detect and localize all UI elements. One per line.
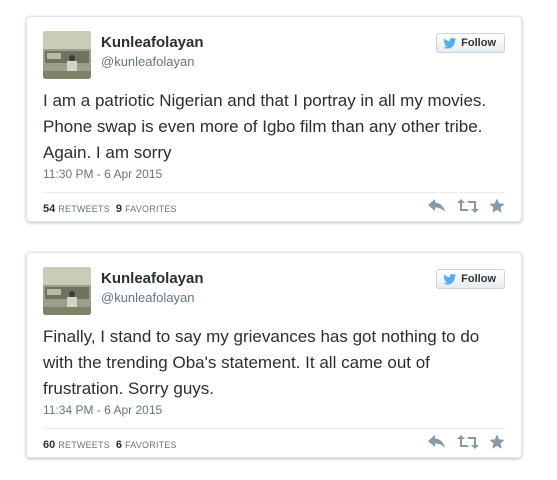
- tweet-stats: 54 RETWEETS 9 FAVORITES: [43, 203, 177, 215]
- favorites-label: FAVORITES: [125, 440, 177, 450]
- favorites-count: 9: [115, 203, 123, 215]
- avatar[interactable]: [43, 267, 91, 315]
- tweet-text: Finally, I stand to say my grievances ha…: [43, 327, 480, 398]
- tweet-timestamp[interactable]: 11:30 PM - 6 Apr 2015: [43, 167, 162, 181]
- follow-label: Follow: [461, 273, 496, 285]
- display-name[interactable]: Kunleafolayan: [101, 34, 204, 51]
- reply-icon[interactable]: [427, 434, 447, 450]
- tweet-timestamp[interactable]: 11:34 PM - 6 Apr 2015: [43, 403, 162, 417]
- retweets-label: RETWEETS: [58, 204, 110, 214]
- retweet-icon[interactable]: [457, 198, 479, 214]
- tweet-stats: 60 RETWEETS 6 FAVORITES: [43, 439, 177, 451]
- follow-label: Follow: [461, 37, 496, 49]
- retweets-label: RETWEETS: [58, 440, 110, 450]
- favorites-stat[interactable]: 9 FAVORITES: [116, 203, 177, 215]
- follow-button[interactable]: Follow: [436, 269, 505, 289]
- star-icon[interactable]: [489, 434, 505, 450]
- retweets-stat[interactable]: 60 RETWEETS: [43, 439, 110, 451]
- retweets-count: 54: [43, 203, 56, 215]
- retweets-count: 60: [43, 439, 56, 451]
- twitter-bird-icon: [443, 37, 457, 49]
- user-handle[interactable]: @kunleafolayan: [101, 290, 194, 305]
- avatar[interactable]: [43, 31, 91, 79]
- twitter-bird-icon: [443, 273, 457, 285]
- tweet-actions: [427, 434, 505, 450]
- display-name[interactable]: Kunleafolayan: [101, 270, 204, 287]
- star-icon[interactable]: [489, 198, 505, 214]
- follow-button[interactable]: Follow: [436, 33, 505, 53]
- tweet-card: Kunleafolayan @kunleafolayan Follow Fina…: [26, 252, 522, 458]
- user-handle[interactable]: @kunleafolayan: [101, 54, 194, 69]
- divider: [43, 192, 505, 193]
- favorites-count: 6: [115, 439, 123, 451]
- retweet-icon[interactable]: [457, 434, 479, 450]
- favorites-stat[interactable]: 6 FAVORITES: [116, 439, 177, 451]
- divider: [43, 428, 505, 429]
- retweets-stat[interactable]: 54 RETWEETS: [43, 203, 110, 215]
- tweet-card: Kunleafolayan @kunleafolayan Follow I am…: [26, 16, 522, 222]
- tweet-text: I am a patriotic Nigerian and that I por…: [43, 91, 487, 162]
- tweet-actions: [427, 198, 505, 214]
- reply-icon[interactable]: [427, 198, 447, 214]
- favorites-label: FAVORITES: [125, 204, 177, 214]
